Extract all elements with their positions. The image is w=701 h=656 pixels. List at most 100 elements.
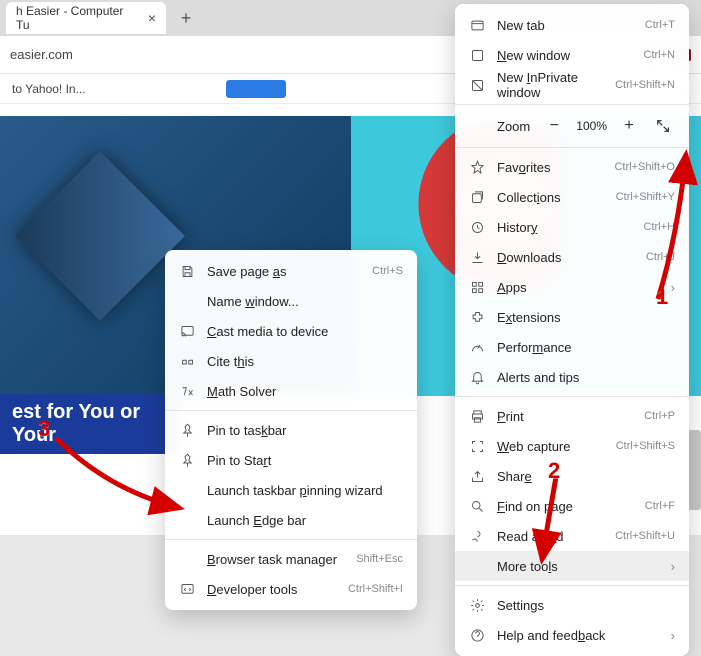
browser-tab[interactable]: h Easier - Computer Tu × [6,2,166,34]
chevron-right-icon: › [671,628,675,643]
menu-history[interactable]: History Ctrl+H [455,212,689,242]
chevron-right-icon: › [671,280,675,295]
zoom-out-button[interactable]: − [542,114,566,138]
menu-label: New window [497,48,632,63]
download-icon [469,250,485,265]
scrollbar-thumb[interactable] [687,430,701,510]
menu-extensions[interactable]: Extensions [455,302,689,332]
menu-label: Save page as [207,264,360,279]
menu-alerts[interactable]: Alerts and tips [455,362,689,392]
submenu-save-page[interactable]: Save page as Ctrl+S [165,256,417,286]
menu-label: Find on page [497,499,633,514]
apps-icon [469,280,485,295]
menu-label: Cast media to device [207,324,403,339]
performance-icon [469,340,485,355]
menu-label: Developer tools [207,582,336,597]
menu-apps[interactable]: Apps › [455,272,689,302]
tab-title: h Easier - Computer Tu [16,4,140,32]
inprivate-icon [469,78,485,93]
bookmark-item[interactable]: to Yahoo! In... [12,82,86,96]
main-menu: New tab Ctrl+T New window Ctrl+N New InP… [455,4,689,656]
read-aloud-icon [469,529,485,544]
menu-label: Name window... [207,294,403,309]
menu-label: New InPrivate window [497,70,603,100]
menu-help[interactable]: Help and feedback › [455,620,689,650]
menu-label: Browser task manager [207,552,344,567]
submenu-math[interactable]: Math Solver [165,376,417,406]
submenu-pin-start[interactable]: Pin to Start [165,445,417,475]
menu-read-aloud[interactable]: Read aloud Ctrl+Shift+U [455,521,689,551]
menu-favorites[interactable]: Favorites Ctrl+Shift+O [455,152,689,182]
new-tab-button[interactable]: + [172,4,200,32]
pin-icon [179,453,195,468]
menu-find[interactable]: Find on page Ctrl+F [455,491,689,521]
print-icon [469,409,485,424]
page-button[interactable] [226,80,286,98]
menu-label: Cite this [207,354,403,369]
capture-icon [469,439,485,454]
menu-new-tab[interactable]: New tab Ctrl+T [455,10,689,40]
submenu-dev-tools[interactable]: Developer tools Ctrl+Shift+I [165,574,417,604]
submenu-task-manager[interactable]: Browser task manager Shift+Esc [165,544,417,574]
submenu-cast[interactable]: Cast media to device [165,316,417,346]
shortcut: Ctrl+S [372,265,403,277]
cast-icon [179,324,195,339]
zoom-row: Zoom − 100% + [455,109,689,143]
shortcut: Ctrl+Shift+O [614,161,675,173]
menu-label: Launch taskbar pinning wizard [207,483,403,498]
menu-share[interactable]: Share [455,461,689,491]
menu-label: Print [497,409,632,424]
collections-icon [469,190,485,205]
math-icon [179,384,195,399]
menu-performance[interactable]: Performance [455,332,689,362]
menu-collections[interactable]: Collections Ctrl+Shift+Y [455,182,689,212]
devtools-icon [179,582,195,597]
shortcut: Ctrl+Shift+N [615,79,675,91]
pin-icon [179,423,195,438]
extensions-icon [469,310,485,325]
zoom-label: Zoom [469,119,532,134]
more-tools-submenu: Save page as Ctrl+S Name window... Cast … [165,250,417,610]
shortcut: Ctrl+N [644,49,675,61]
shortcut: Ctrl+Shift+Y [616,191,675,203]
submenu-launch-wizard[interactable]: Launch taskbar pinning wizard [165,475,417,505]
fullscreen-button[interactable] [651,114,675,138]
close-tab-icon[interactable]: × [148,10,156,26]
submenu-pin-taskbar[interactable]: Pin to taskbar [165,415,417,445]
menu-label: Alerts and tips [497,370,675,385]
menu-label: Pin to Start [207,453,403,468]
menu-new-window[interactable]: New window Ctrl+N [455,40,689,70]
menu-label: Share [497,469,675,484]
menu-label: Math Solver [207,384,403,399]
menu-web-capture[interactable]: Web capture Ctrl+Shift+S [455,431,689,461]
help-icon [469,628,485,643]
submenu-cite[interactable]: Cite this [165,346,417,376]
menu-inprivate[interactable]: New InPrivate window Ctrl+Shift+N [455,70,689,100]
zoom-in-button[interactable]: + [617,114,641,138]
menu-downloads[interactable]: Downloads Ctrl+J [455,242,689,272]
menu-label: Favorites [497,160,602,175]
menu-print[interactable]: Print Ctrl+P [455,401,689,431]
menu-more-tools[interactable]: More tools › [455,551,689,581]
menu-label: Web capture [497,439,604,454]
submenu-name-window[interactable]: Name window... [165,286,417,316]
chevron-right-icon: › [671,559,675,574]
window-icon [469,48,485,63]
menu-settings[interactable]: Settings [455,590,689,620]
shortcut: Ctrl+Shift+S [616,440,675,452]
save-icon [179,264,195,279]
menu-label: Read aloud [497,529,603,544]
shortcut: Ctrl+Shift+U [615,530,675,542]
shortcut: Shift+Esc [356,553,403,565]
menu-label: New tab [497,18,633,33]
submenu-launch-edgebar[interactable]: Launch Edge bar [165,505,417,535]
shortcut: Ctrl+T [645,19,675,31]
shortcut: Ctrl+J [646,251,675,263]
menu-label: Extensions [497,310,675,325]
menu-label: Performance [497,340,675,355]
bell-icon [469,370,485,385]
share-icon [469,469,485,484]
gear-icon [469,598,485,613]
history-icon [469,220,485,235]
menu-label: History [497,220,632,235]
